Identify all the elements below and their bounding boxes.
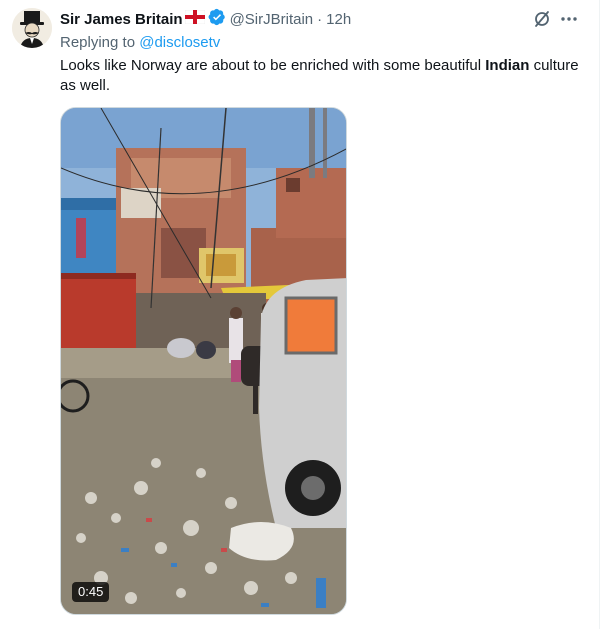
tweet-text: Looks like Norway are about to be enrich… <box>60 56 580 96</box>
tweet[interactable]: Sir James Britain @SirJBritain · 12h Rep… <box>0 0 599 629</box>
user-handle[interactable]: @SirJBritain <box>230 11 314 28</box>
replying-prefix: Replying to <box>60 34 140 51</box>
column-divider <box>599 0 600 629</box>
video-thumbnail <box>61 108 346 614</box>
verified-badge-icon <box>208 8 226 30</box>
video-player[interactable] <box>60 107 347 615</box>
tweet-text-part: Looks like Norway are about to be enrich… <box>60 57 486 74</box>
avatar[interactable] <box>12 8 52 48</box>
tweet-text-bold: Indian <box>485 57 530 74</box>
tweet-header: Sir James Britain @SirJBritain · 12h <box>60 8 351 30</box>
video-duration-badge: 0:45 <box>72 582 110 602</box>
replying-to: Replying to @disclosetv <box>60 34 220 51</box>
timestamp[interactable]: 12h <box>326 11 351 28</box>
more-icon[interactable] <box>559 9 579 29</box>
display-name[interactable]: Sir James Britain <box>60 11 183 28</box>
replying-to-link[interactable]: @disclosetv <box>139 34 220 51</box>
england-flag-icon <box>184 9 205 28</box>
grok-icon[interactable] <box>532 9 552 29</box>
separator-dot: · <box>317 10 323 28</box>
